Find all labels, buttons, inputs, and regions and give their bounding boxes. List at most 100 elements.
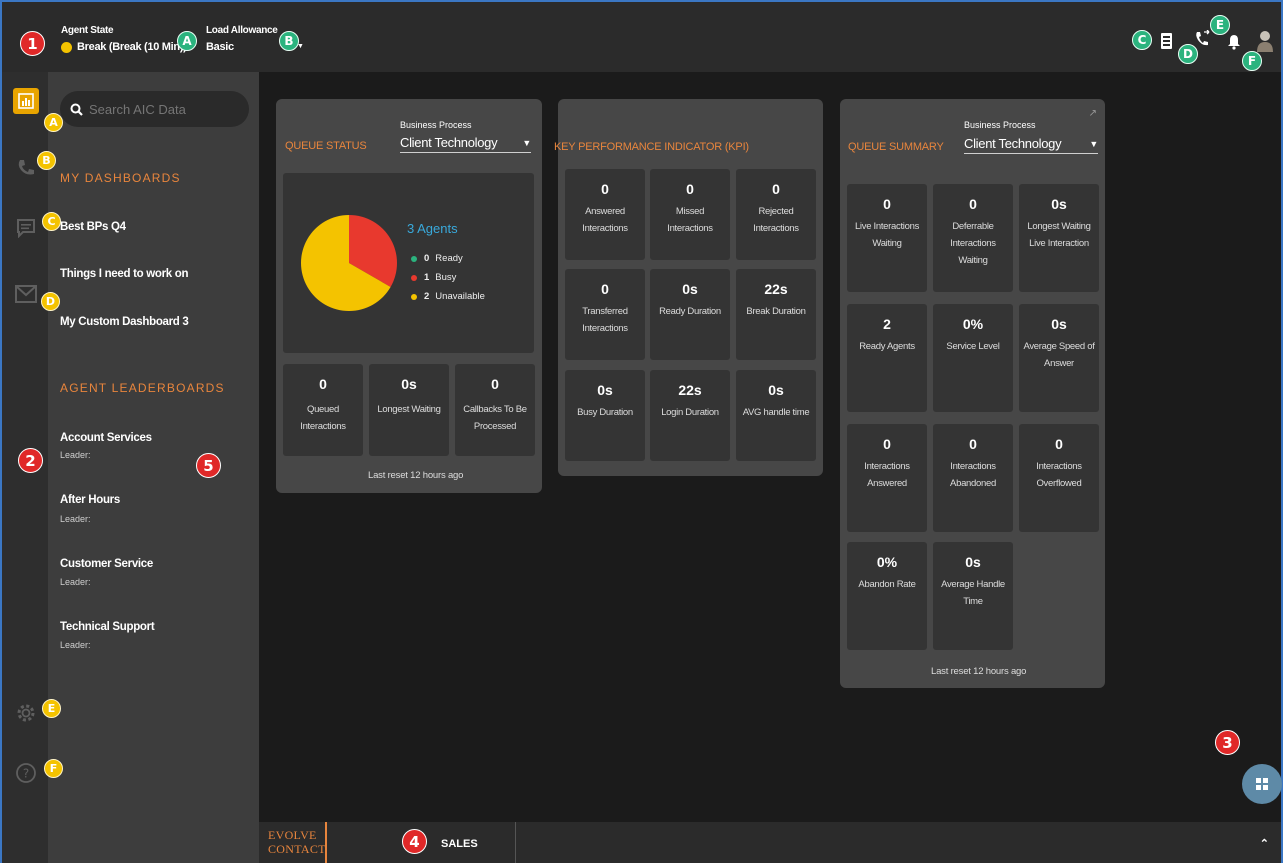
metric-label: Break Duration (746, 306, 806, 317)
metric-value: 0s (1051, 196, 1067, 212)
metric-tile: 0 Deferrable Interactions Waiting (933, 184, 1013, 292)
metric-value: 2 (883, 316, 891, 332)
metric-tile: 0% Abandon Rate (847, 542, 927, 650)
metric-value: 0 (969, 196, 977, 212)
business-process-label: Business Process (964, 120, 1036, 130)
help-icon[interactable]: ? (14, 761, 38, 785)
contact-card-icon[interactable] (1160, 32, 1173, 54)
annotation-badge: E (1210, 15, 1230, 35)
metric-value: 0 (969, 436, 977, 452)
bottom-bar: EVOLVE CONTACT 4 SALES ⌃ (259, 822, 1281, 863)
card-title: QUEUE STATUS (285, 140, 367, 152)
annotation-badge: C (42, 212, 61, 231)
annotation-badge: F (1242, 51, 1262, 71)
dashboard-link[interactable]: My Custom Dashboard 3 (60, 316, 189, 328)
legend-busy: 1 Busy (411, 272, 456, 283)
business-process-select[interactable]: Client Technology ▼ (400, 135, 531, 153)
tab-divider (515, 822, 516, 863)
metric-tile: 2 Ready Agents (847, 304, 927, 412)
annotation-badge: 2 (18, 448, 43, 473)
metric-label: Interactions Answered (864, 461, 910, 489)
leaderboard-leader: Leader: (60, 450, 91, 460)
kpi-card: KEY PERFORMANCE INDICATOR (KPI) 0 Answere… (554, 99, 823, 476)
agent-state-label: Agent State (61, 25, 114, 36)
search-icon (70, 103, 83, 116)
chevron-up-icon[interactable]: ⌃ (1260, 837, 1269, 850)
expand-icon[interactable]: ↗ (1089, 108, 1097, 119)
metric-tile: 0 Rejected Interactions (736, 169, 816, 260)
metric-tile: 0 Missed Interactions (650, 169, 730, 260)
metric-tile: 0 Interactions Answered (847, 424, 927, 532)
annotation-badge: B (279, 31, 299, 51)
chevron-down-icon: ▼ (522, 138, 531, 148)
annotation-badge: D (1178, 44, 1198, 64)
metric-value: 0 (491, 376, 499, 392)
metric-label: AVG handle time (742, 407, 810, 418)
business-process-select[interactable]: Client Technology ▼ (964, 136, 1098, 154)
metric-tile: 0 Interactions Overflowed (1019, 424, 1099, 532)
icon-rail: A B C D E ? F 2 (2, 72, 63, 863)
metric-tile: 0 Interactions Abandoned (933, 424, 1013, 532)
agent-state-dropdown[interactable]: Break (Break (10 Min)) (77, 41, 187, 53)
metric-label: Interactions Overflowed (1036, 461, 1082, 489)
agent-status-chart: 3 Agents 0 Ready 1 Busy 2 Unavailable (283, 173, 534, 353)
annotation-badge: 1 (20, 31, 45, 56)
my-dashboards-title: MY DASHBOARDS (60, 171, 181, 185)
metric-label: Longest Waiting (377, 404, 441, 415)
leaderboard-link[interactable]: After Hours (60, 494, 120, 506)
search-input[interactable] (89, 101, 239, 117)
metric-label: Service Level (946, 341, 1000, 352)
bell-icon[interactable] (1227, 34, 1241, 54)
logo-line-2: CONTACT (268, 842, 326, 856)
metric-value: 0 (319, 376, 327, 392)
phone-icon[interactable] (14, 156, 38, 180)
metric-label: Answered Interactions (582, 206, 628, 234)
app-window: 1 Agent State Break (Break (10 Min)) A L… (0, 0, 1283, 863)
tab-sales[interactable]: SALES (441, 838, 478, 850)
metric-label: Busy Duration (577, 407, 633, 418)
legend-count: 0 (424, 253, 430, 264)
leaderboard-link[interactable]: Customer Service (60, 558, 153, 570)
metric-value: 0 (686, 181, 694, 197)
leaderboard-link[interactable]: Account Services (60, 432, 152, 444)
agent-leaderboards-title: AGENT LEADERBOARDS (60, 381, 225, 395)
legend-count: 2 (424, 291, 430, 302)
settings-icon[interactable] (14, 701, 38, 725)
metric-label: Abandon Rate (858, 579, 916, 590)
mail-icon[interactable] (14, 282, 38, 306)
leaderboard-link[interactable]: Technical Support (60, 621, 155, 633)
metric-value: 22s (764, 281, 788, 297)
dashboard-link[interactable]: Best BPs Q4 (60, 221, 126, 233)
metric-tile: 0% Service Level (933, 304, 1013, 412)
dashboard-link[interactable]: Things I need to work on (60, 268, 189, 280)
metric-value: 0s (597, 382, 613, 398)
card-title: KEY PERFORMANCE INDICATOR (KPI) (554, 141, 749, 153)
card-title: QUEUE SUMMARY (848, 141, 944, 153)
metric-label: Queued Interactions (300, 404, 346, 432)
chat-icon[interactable] (14, 216, 38, 240)
metric-label: Live Interactions Waiting (854, 221, 920, 249)
metric-tile: 0 Queued Interactions (283, 364, 363, 456)
svg-text:?: ? (23, 767, 29, 781)
metric-tile: 0 Answered Interactions (565, 169, 645, 260)
queue-status-card: QUEUE STATUS Business Process Client Tec… (276, 99, 542, 493)
metric-label: Average Speed of Answer (1023, 341, 1095, 369)
dashboard-icon[interactable] (13, 88, 39, 114)
metric-label: Transferred Interactions (582, 306, 628, 334)
metric-value: 22s (678, 382, 702, 398)
search-box[interactable] (60, 91, 249, 127)
metric-tile: 0s AVG handle time (736, 370, 816, 461)
last-reset-text: Last reset 12 hours ago (368, 470, 464, 481)
logo-line-1: EVOLVE (268, 828, 317, 842)
legend-label: Ready (435, 253, 463, 264)
annotation-badge: 3 (1215, 730, 1240, 755)
layout-fab-button[interactable] (1242, 764, 1282, 804)
metric-value: 0 (772, 181, 780, 197)
metric-label: Callbacks To Be Processed (463, 404, 527, 432)
annotation-badge: A (177, 31, 197, 51)
metric-value: 0% (876, 554, 898, 570)
metric-value: 0s (965, 554, 981, 570)
annotation-badge: D (41, 292, 60, 311)
metric-tile: 0s Average Speed of Answer (1019, 304, 1099, 412)
load-allowance-value[interactable]: Basic (206, 41, 234, 53)
